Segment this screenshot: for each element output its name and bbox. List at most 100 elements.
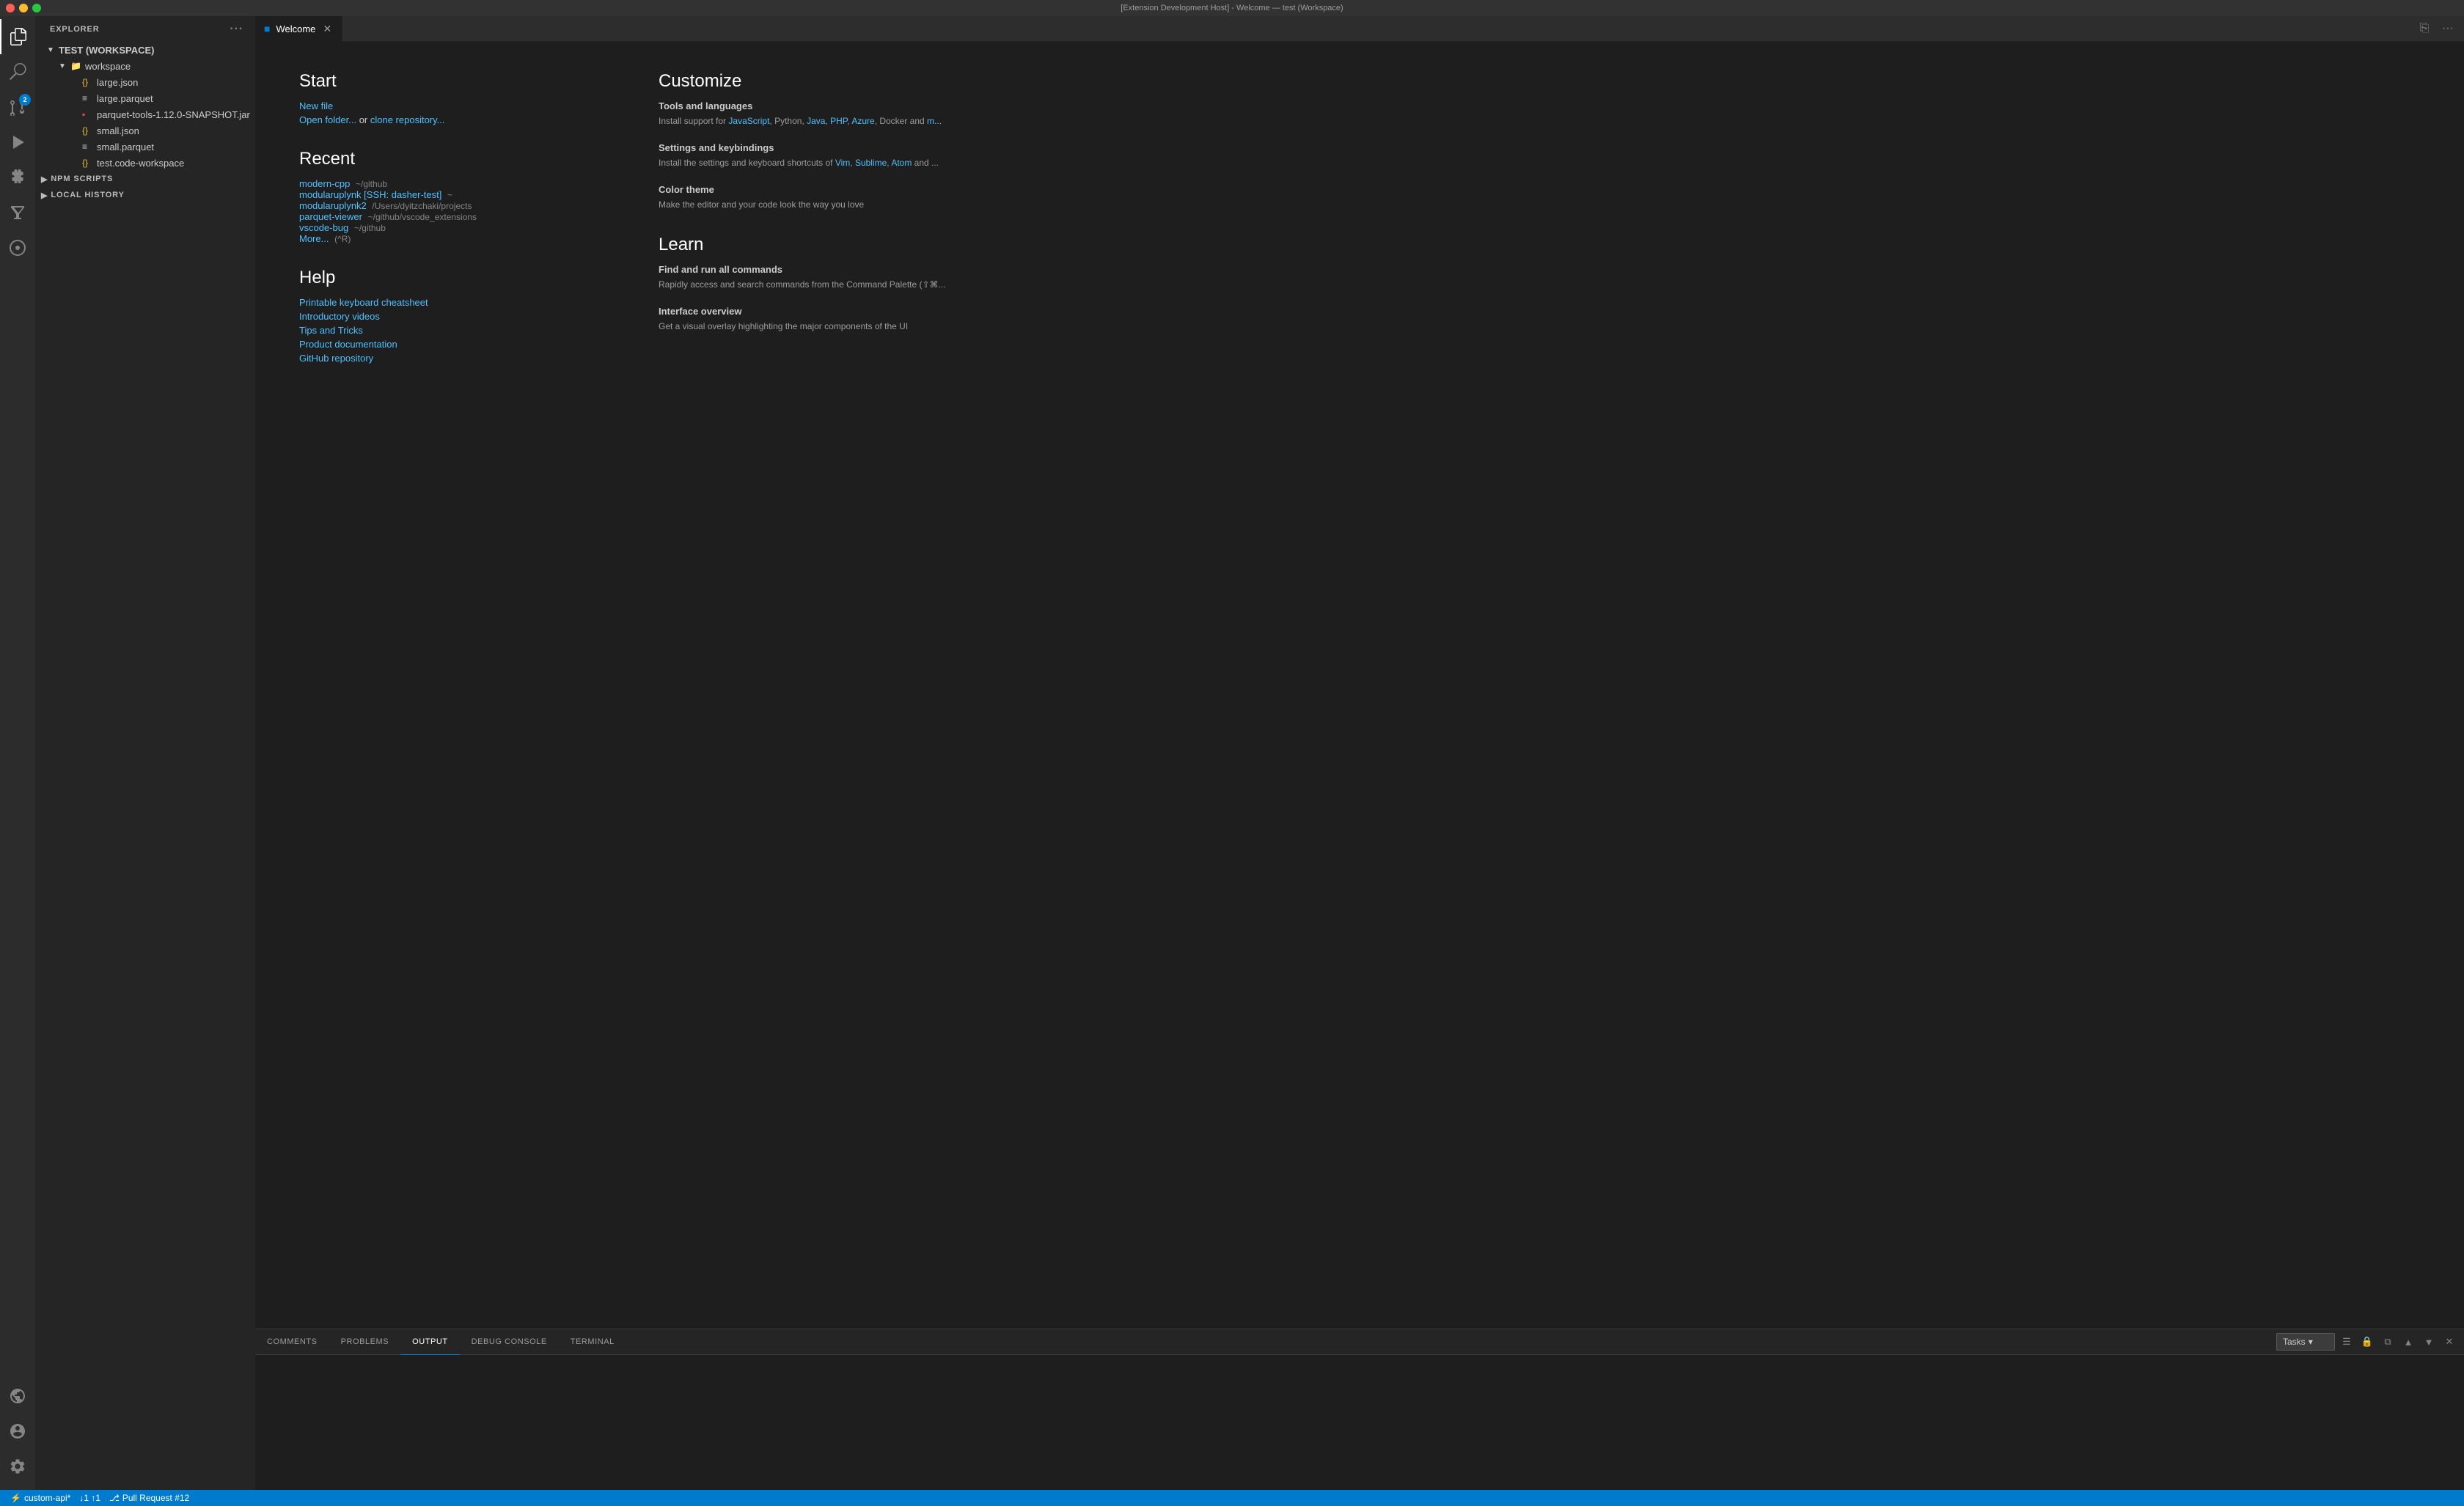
branch-icon: ⚡ xyxy=(10,1493,21,1503)
git-history-icon[interactable] xyxy=(0,230,35,265)
introductory-videos-link[interactable]: Introductory videos xyxy=(299,311,600,322)
tab-welcome[interactable]: ■ Welcome ✕ xyxy=(255,16,342,42)
java-link[interactable]: Java xyxy=(807,116,825,126)
recent-modularuplynk2-path: /Users/dyitzchaki/projects xyxy=(372,201,472,211)
tree-item-jar[interactable]: ▪ parquet-tools-1.12.0-SNAPSHOT.jar xyxy=(35,106,255,122)
file-label: parquet-tools-1.12.0-SNAPSHOT.jar xyxy=(97,109,250,120)
sublime-link[interactable]: Sublime xyxy=(855,158,887,168)
file-label: test.code-workspace xyxy=(97,158,184,169)
folder-icon: 📁 xyxy=(70,61,82,71)
file-label: large.parquet xyxy=(97,93,153,104)
find-run-commands-desc: Rapidly access and search commands from … xyxy=(659,278,959,291)
pr-icon: ⎇ xyxy=(109,1493,120,1503)
panel-copy-icon[interactable]: ⧉ xyxy=(2379,1333,2397,1351)
recent-modern-cpp[interactable]: modern-cpp xyxy=(299,178,350,189)
maximize-button[interactable] xyxy=(32,4,41,12)
tab-comments[interactable]: COMMENTS xyxy=(255,1329,329,1355)
split-editor-button[interactable]: ⎘ xyxy=(2414,18,2435,39)
panel-close-icon[interactable]: ✕ xyxy=(2441,1333,2458,1351)
recent-section: Recent modern-cpp ~/github modularuplynk… xyxy=(299,149,600,244)
app-body: 2 EXPLORER · xyxy=(0,16,2464,1490)
extensions-icon[interactable] xyxy=(0,160,35,195)
more-link[interactable]: m... xyxy=(927,116,942,126)
json-file-icon: {} xyxy=(82,125,94,136)
php-link[interactable]: PHP xyxy=(830,116,847,126)
sidebar-section-npm[interactable]: ▶ NPM SCRIPTS xyxy=(35,171,255,187)
panel-lock-icon[interactable]: 🔒 xyxy=(2358,1333,2376,1351)
output-source-dropdown[interactable]: Tasks ▾ xyxy=(2276,1333,2335,1351)
azure-link[interactable]: Azure xyxy=(851,116,874,126)
explorer-icon[interactable] xyxy=(0,19,35,54)
tab-output[interactable]: OUTPUT xyxy=(400,1329,460,1355)
interface-overview-item: Interface overview Get a visual overlay … xyxy=(659,306,959,333)
panel-area: COMMENTS PROBLEMS OUTPUT DEBUG CONSOLE T… xyxy=(255,1329,2464,1490)
recent-parquet-viewer[interactable]: parquet-viewer xyxy=(299,211,362,222)
editor-area: Start New file Open folder... or clone r… xyxy=(255,42,2464,1329)
search-icon[interactable] xyxy=(0,54,35,89)
chevron-down-icon: ▾ xyxy=(2309,1337,2313,1347)
clone-repo-link[interactable]: clone repository... xyxy=(370,114,445,125)
panel-scroll-up-icon[interactable]: ▲ xyxy=(2399,1333,2417,1351)
tree-item-small-parquet[interactable]: ≡ small.parquet xyxy=(35,139,255,155)
tab-close-button[interactable]: ✕ xyxy=(321,23,333,34)
recent-vscode-bug[interactable]: vscode-bug xyxy=(299,222,348,233)
tips-and-tricks-link[interactable]: Tips and Tricks xyxy=(299,325,600,336)
tree-item-small-json[interactable]: {} small.json xyxy=(35,122,255,139)
account-icon[interactable] xyxy=(0,1414,35,1449)
branch-status-item[interactable]: ⚡ custom-api* xyxy=(6,1490,75,1506)
settings-icon[interactable] xyxy=(0,1449,35,1484)
learn-heading: Learn xyxy=(659,235,959,255)
welcome-left-column: Start New file Open folder... or clone r… xyxy=(299,71,600,387)
welcome-grid: Start New file Open folder... or clone r… xyxy=(299,71,959,387)
open-folder-or-text: or xyxy=(359,114,370,125)
recent-item-parquet-viewer: parquet-viewer ~/github/vscode_extension… xyxy=(299,211,600,222)
product-documentation-link[interactable]: Product documentation xyxy=(299,339,600,350)
find-run-commands-item: Find and run all commands Rapidly access… xyxy=(659,264,959,291)
recent-modularuplynk[interactable]: modularuplynk [SSH: dasher-test] xyxy=(299,189,441,200)
run-debug-icon[interactable] xyxy=(0,125,35,160)
recent-more-link[interactable]: More... xyxy=(299,233,329,244)
settings-keybindings-title: Settings and keybindings xyxy=(659,142,959,153)
tree-item-large-parquet[interactable]: ≡ large.parquet xyxy=(35,90,255,106)
more-actions-button[interactable]: ··· xyxy=(2438,18,2458,39)
customize-heading: Customize xyxy=(659,71,959,92)
github-repository-link[interactable]: GitHub repository xyxy=(299,353,600,364)
close-button[interactable] xyxy=(6,4,15,12)
color-theme-title: Color theme xyxy=(659,184,959,195)
start-section: Start New file Open folder... or clone r… xyxy=(299,71,600,125)
chevron-down-icon: ▼ xyxy=(59,62,70,70)
tree-item-workspace-file[interactable]: {} test.code-workspace xyxy=(35,155,255,171)
atom-link[interactable]: Atom xyxy=(891,158,912,168)
tab-debug-console[interactable]: DEBUG CONSOLE xyxy=(460,1329,559,1355)
recent-modularuplynk2[interactable]: modularuplynk2 xyxy=(299,200,367,211)
keyboard-cheatsheet-link[interactable]: Printable keyboard cheatsheet xyxy=(299,297,600,308)
tree-item-large-json[interactable]: {} large.json xyxy=(35,74,255,90)
panel-scroll-down-icon[interactable]: ▼ xyxy=(2420,1333,2438,1351)
new-file-link[interactable]: New file xyxy=(299,100,600,111)
pr-status-item[interactable]: ⎇ Pull Request #12 xyxy=(105,1490,194,1506)
json-file-icon: {} xyxy=(82,77,94,87)
tab-terminal[interactable]: TERMINAL xyxy=(559,1329,626,1355)
recent-item-modularuplynk: modularuplynk [SSH: dasher-test] ~ xyxy=(299,189,600,200)
minimize-button[interactable] xyxy=(19,4,28,12)
remote-icon[interactable] xyxy=(0,1378,35,1414)
tools-languages-desc: Install support for JavaScript, Python, … xyxy=(659,114,959,128)
sidebar-section-local-history[interactable]: ▶ LOCAL HISTORY xyxy=(35,187,255,203)
javascript-link[interactable]: JavaScript xyxy=(728,116,769,126)
sidebar-header: EXPLORER ··· xyxy=(35,16,255,42)
sync-status-item[interactable]: ↓1 ↑1 xyxy=(75,1490,105,1506)
tab-problems[interactable]: PROBLEMS xyxy=(329,1329,401,1355)
recent-modern-cpp-path: ~/github xyxy=(356,179,387,189)
panel-list-icon[interactable]: ☰ xyxy=(2338,1333,2355,1351)
recent-item-modularuplynk2: modularuplynk2 /Users/dyitzchaki/project… xyxy=(299,200,600,211)
panel-tab-right-actions: Tasks ▾ ☰ 🔒 ⧉ ▲ ▼ ✕ xyxy=(2276,1333,2464,1351)
open-folder-link[interactable]: Open folder... xyxy=(299,114,356,125)
parquet-file-icon: ≡ xyxy=(82,142,94,152)
sidebar-more-actions[interactable]: ··· xyxy=(227,21,246,37)
vim-link[interactable]: Vim xyxy=(835,158,850,168)
traffic-lights[interactable] xyxy=(6,4,41,12)
workspace-root[interactable]: ▼ TEST (WORKSPACE) xyxy=(35,42,255,58)
tree-item-workspace[interactable]: ▼ 📁 workspace xyxy=(35,58,255,74)
testing-icon[interactable] xyxy=(0,195,35,230)
source-control-icon[interactable]: 2 xyxy=(0,89,35,125)
